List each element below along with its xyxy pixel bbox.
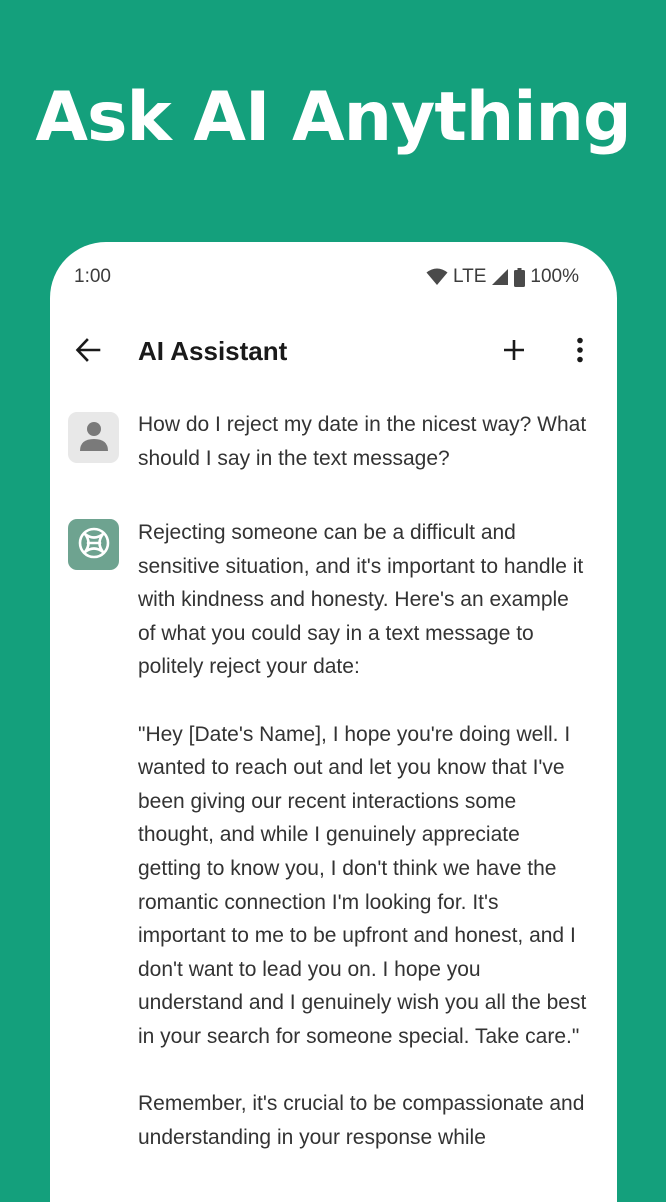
back-button[interactable] [70,334,106,370]
more-options-button[interactable] [562,334,598,370]
user-avatar [68,412,119,463]
headline: Ask AI Anything [35,78,631,157]
page-title: AI Assistant [138,336,288,366]
user-message: How do I reject my date in the nicest wa… [68,412,587,475]
plus-icon [503,339,525,365]
network-type: LTE [452,266,487,287]
wifi-icon [426,268,448,286]
message-text: Rejecting someone can be a difficult and… [138,521,587,1149]
ai-logo-icon [75,524,113,566]
battery-level: 100% [530,266,579,287]
status-time: 1:00 [74,266,111,287]
arrow-left-icon [75,337,101,367]
assistant-message: Rejecting someone can be a difficult and… [68,519,587,1154]
signal-icon [491,268,509,286]
new-chat-button[interactable] [496,334,532,370]
app-bar: AI Assistant [50,322,617,382]
person-icon [79,420,109,456]
assistant-avatar [68,519,119,570]
phone-screen: 1:00 LTE 100% AI Assistant How do I reje… [50,242,617,1202]
battery-icon [514,267,526,287]
status-indicators: LTE 100% [426,266,579,288]
status-bar: 1:00 LTE 100% [50,242,617,312]
more-vertical-icon [576,337,584,367]
message-text: How do I reject my date in the nicest wa… [138,413,593,470]
